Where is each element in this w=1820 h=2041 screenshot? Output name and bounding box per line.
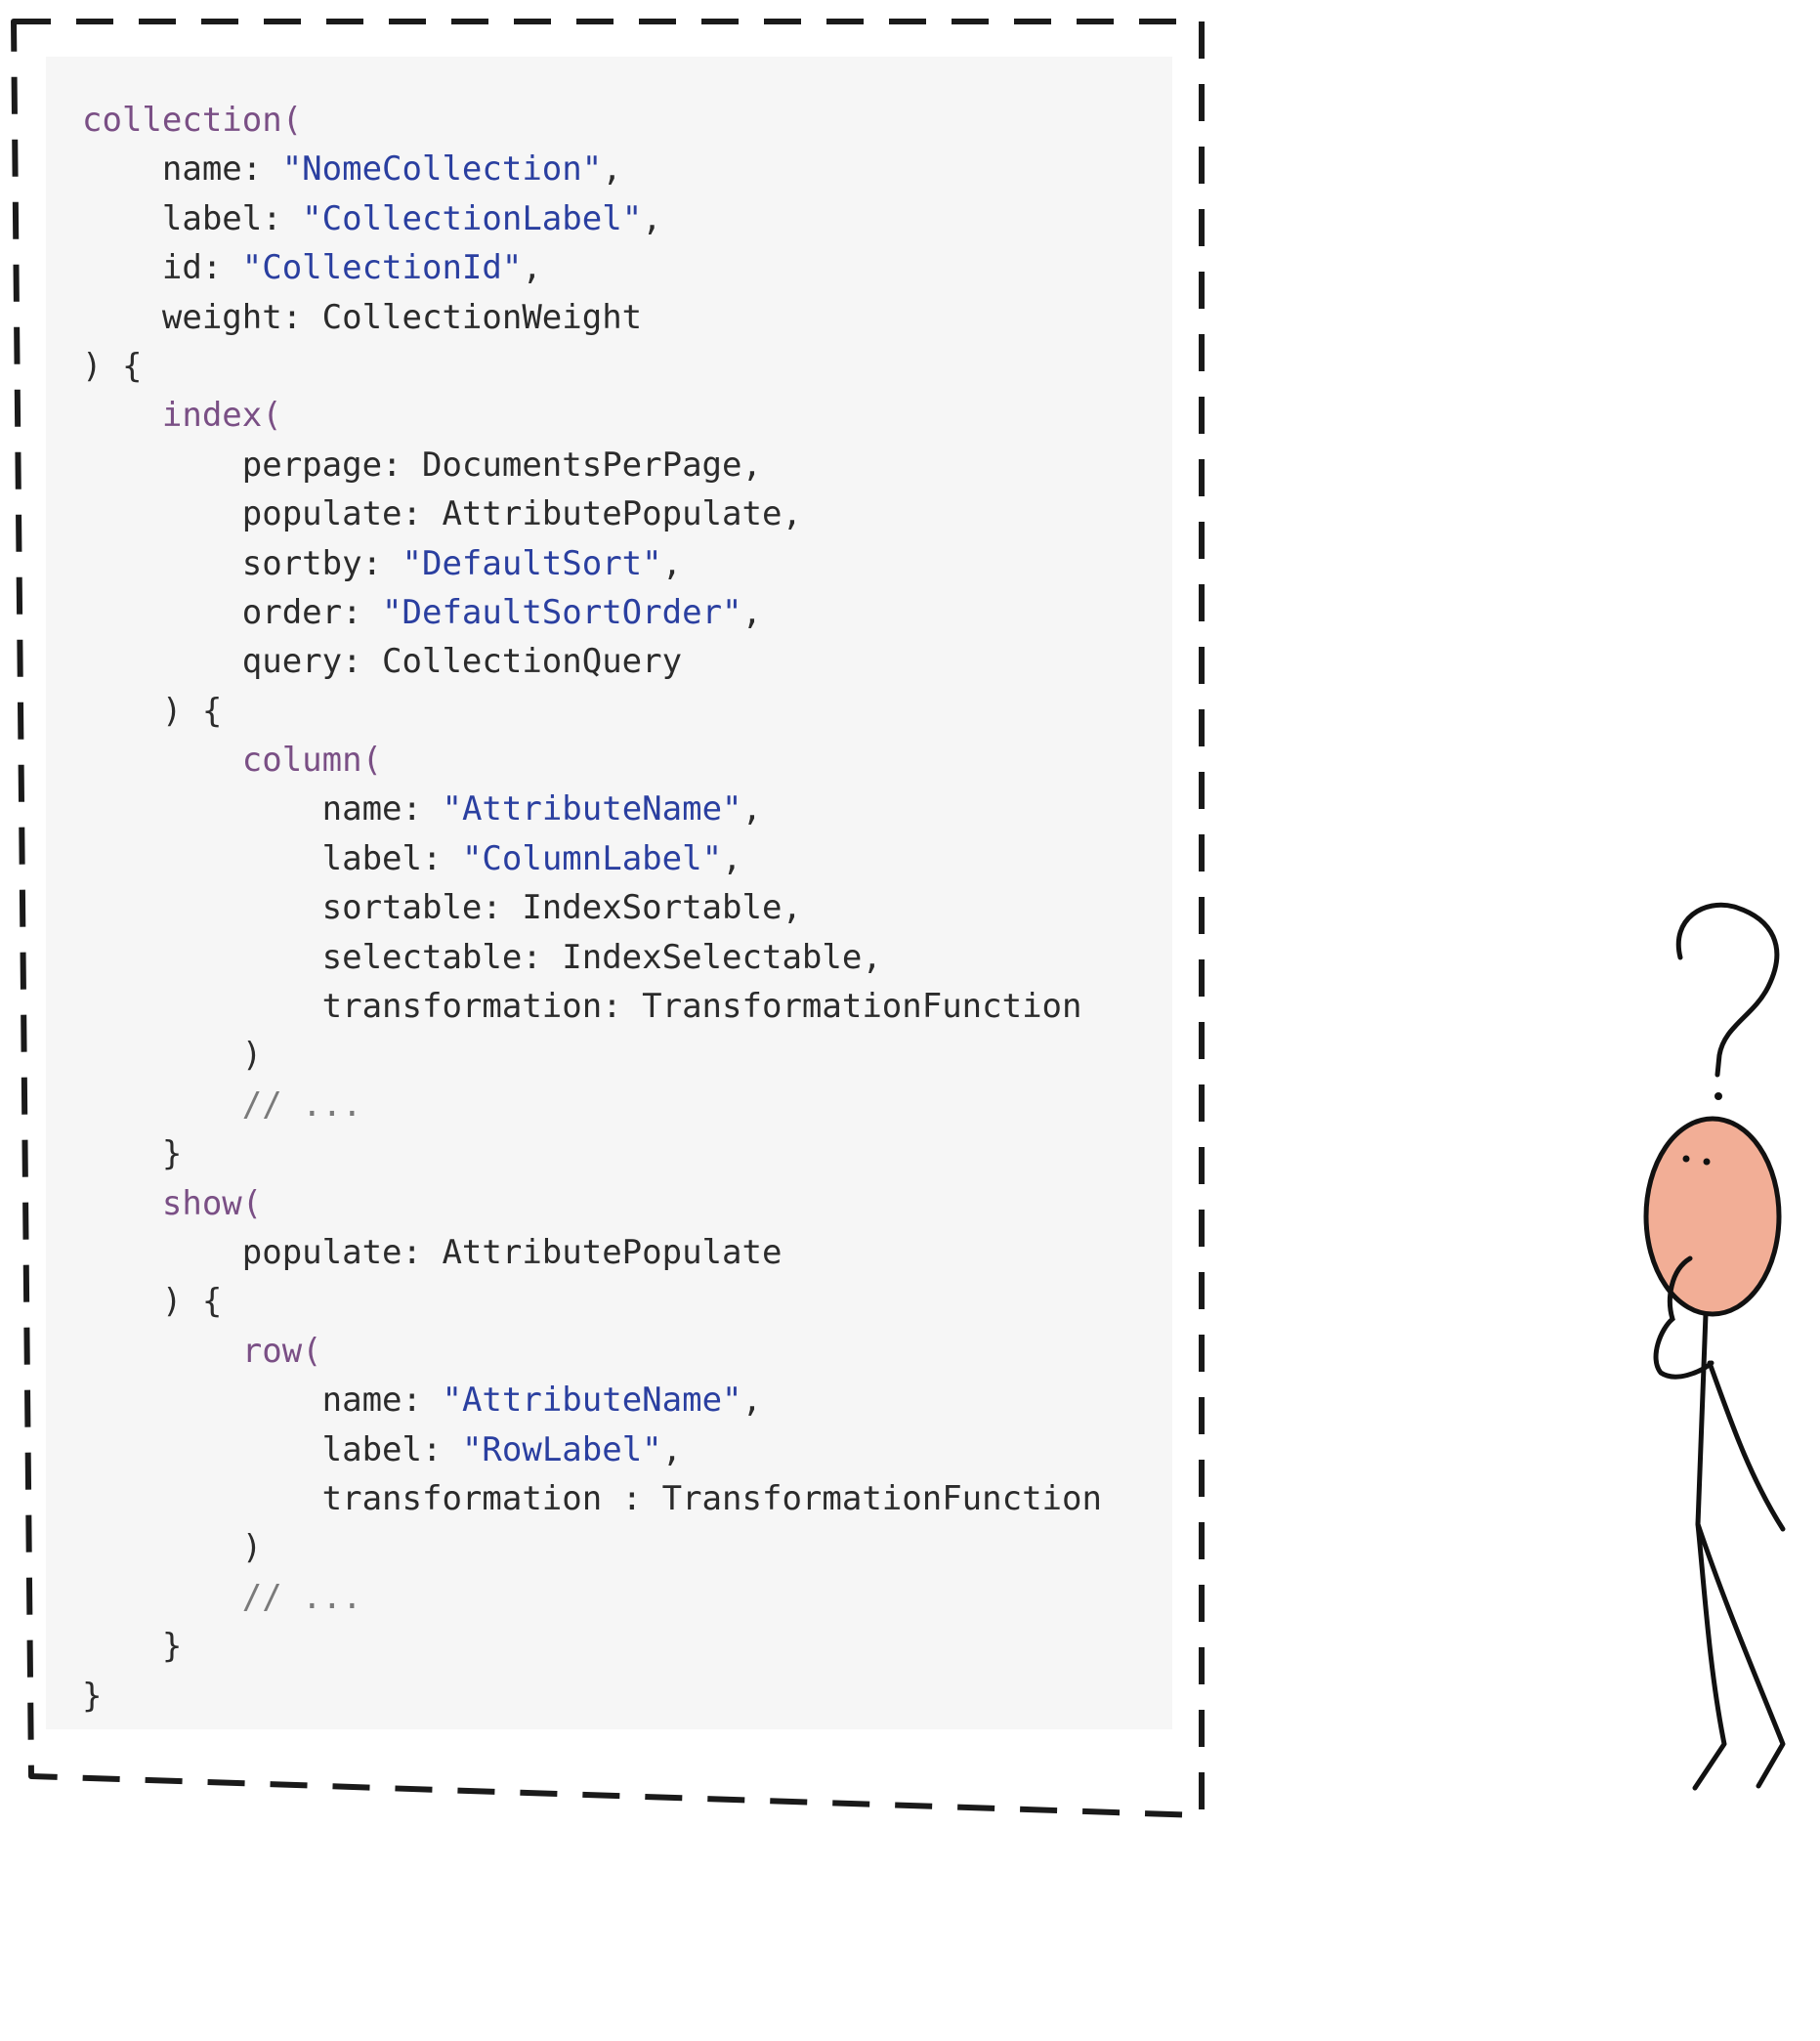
right-eye [1703, 1158, 1711, 1166]
code-token: , [661, 543, 683, 583]
code-line: query: CollectionQuery [82, 637, 1102, 686]
code-token: name: [82, 149, 282, 190]
code-token: , [522, 248, 542, 288]
code-token: , [741, 789, 762, 829]
code-line: sortable: IndexSortable, [82, 883, 1102, 932]
code-token: label: [82, 198, 303, 238]
code-token: query: CollectionQuery [82, 642, 683, 682]
code-token: populate: AttributePopulate [82, 1232, 783, 1272]
code-token: sortable: IndexSortable, [82, 888, 802, 928]
code-block: collection( name: "NomeCollection", labe… [82, 96, 1102, 1721]
code-line: transformation: TransformationFunction [82, 982, 1102, 1031]
code-token: label: [82, 1429, 462, 1469]
code-token: transformation : TransformationFunction [82, 1478, 1102, 1518]
question-mark-dot [1714, 1092, 1722, 1100]
code-token: name: [82, 789, 443, 829]
code-token: label: [82, 838, 462, 878]
code-line: show( [82, 1179, 1102, 1228]
code-line: ) { [82, 687, 1102, 736]
code-token: "RowLabel" [461, 1429, 662, 1469]
code-token: , [661, 1429, 683, 1469]
code-line: perpage: DocumentsPerPage, [82, 441, 1102, 489]
code-line: weight: CollectionWeight [82, 293, 1102, 342]
code-token: name: [82, 1381, 443, 1421]
code-token: ) { [82, 346, 143, 386]
code-line: column( [82, 736, 1102, 785]
code-line: collection( [82, 96, 1102, 145]
code-token: "CollectionLabel" [302, 198, 643, 238]
code-line: label: "CollectionLabel", [82, 194, 1102, 243]
code-line: ) { [82, 342, 1102, 391]
code-line: index( [82, 391, 1102, 440]
code-line: row( [82, 1327, 1102, 1376]
code-token: "ColumnLabel" [461, 838, 723, 878]
question-mark-icon [1675, 902, 1780, 1078]
code-token: populate: AttributePopulate, [82, 494, 802, 534]
head [1643, 1116, 1782, 1317]
code-token: } [82, 1627, 183, 1667]
code-token: "DefaultSort" [402, 543, 662, 583]
code-token: order: [82, 592, 383, 632]
code-line: order: "DefaultSortOrder", [82, 588, 1102, 637]
code-line: name: "AttributeName", [82, 785, 1102, 833]
code-token: ) [82, 1036, 263, 1076]
code-token: // ... [82, 1577, 362, 1617]
code-token: show( [161, 1183, 263, 1223]
thinking-stick-figure-icon [1643, 902, 1786, 1791]
code-token: ) { [82, 691, 223, 731]
code-token: weight: CollectionWeight [82, 297, 643, 337]
code-line: populate: AttributePopulate, [82, 489, 1102, 538]
code-line: } [82, 1622, 1102, 1671]
code-line: label: "RowLabel", [82, 1425, 1102, 1474]
code-token: "AttributeName" [442, 1381, 742, 1421]
torso [1695, 1311, 1709, 1527]
code-token: ) { [82, 1282, 223, 1322]
code-panel: collection( name: "NomeCollection", labe… [46, 57, 1172, 1729]
code-line: name: "NomeCollection", [82, 145, 1102, 193]
code-line: ) [82, 1523, 1102, 1572]
code-line: } [82, 1672, 1102, 1721]
code-token: id: [82, 248, 242, 288]
code-token: } [82, 1134, 183, 1174]
code-line: ) { [82, 1277, 1102, 1326]
code-token: column( [241, 741, 383, 781]
code-line: populate: AttributePopulate [82, 1228, 1102, 1277]
code-token: , [602, 149, 622, 190]
code-token: , [642, 198, 662, 238]
code-token: , [741, 1381, 762, 1421]
code-line: // ... [82, 1573, 1102, 1622]
code-token: , [741, 592, 762, 632]
code-token: collection( [82, 101, 303, 140]
code-line: sortby: "DefaultSort", [82, 539, 1102, 588]
code-token: } [82, 1676, 103, 1716]
code-line: name: "AttributeName", [82, 1376, 1102, 1424]
code-token: ) [82, 1528, 263, 1568]
code-token: , [722, 838, 742, 878]
code-line: selectable: IndexSelectable, [82, 933, 1102, 982]
code-line: id: "CollectionId", [82, 243, 1102, 292]
code-token: index( [161, 396, 282, 436]
code-token: // ... [82, 1084, 362, 1125]
code-line: label: "ColumnLabel", [82, 834, 1102, 883]
code-token: "NomeCollection" [281, 149, 603, 190]
code-line: transformation : TransformationFunction [82, 1474, 1102, 1523]
code-token: "DefaultSortOrder" [382, 592, 742, 632]
code-token: selectable: IndexSelectable, [82, 937, 882, 977]
code-token: "AttributeName" [442, 789, 742, 829]
code-token: sortby: [82, 543, 402, 583]
code-token: transformation: TransformationFunction [82, 987, 1082, 1027]
code-token: "CollectionId" [241, 248, 523, 288]
right-arm [1707, 1360, 1786, 1532]
code-line: } [82, 1129, 1102, 1178]
code-line: // ... [82, 1081, 1102, 1129]
code-token: perpage: DocumentsPerPage, [82, 445, 762, 485]
code-token: row( [241, 1331, 322, 1371]
left-eye [1682, 1155, 1690, 1163]
code-line: ) [82, 1031, 1102, 1080]
